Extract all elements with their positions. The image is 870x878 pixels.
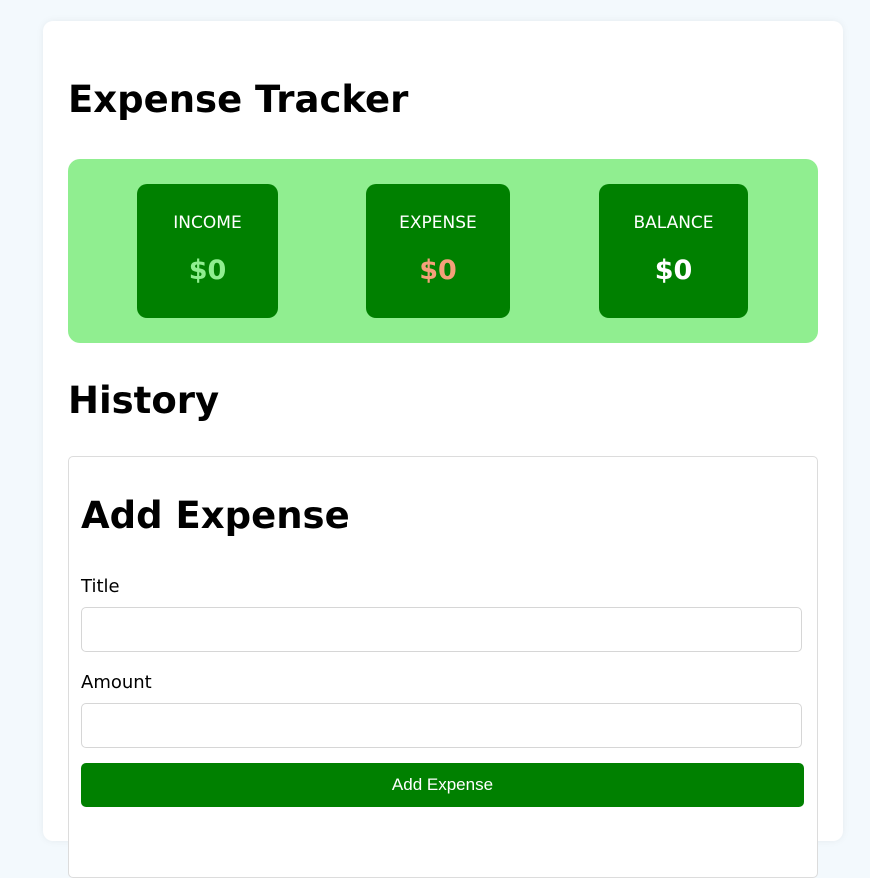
balance-value: $0 bbox=[654, 255, 693, 286]
add-expense-button[interactable]: Add Expense bbox=[81, 763, 804, 807]
add-expense-form: Add Expense Title Amount Add Expense bbox=[68, 456, 818, 878]
income-label: INCOME bbox=[173, 213, 242, 233]
expense-card: EXPENSE $0 bbox=[366, 184, 510, 318]
main-card: Expense Tracker INCOME $0 EXPENSE $0 BAL… bbox=[43, 21, 843, 878]
income-value: $0 bbox=[188, 255, 227, 286]
income-card: INCOME $0 bbox=[137, 184, 278, 318]
amount-field-label: Amount bbox=[81, 672, 152, 693]
title-field-label: Title bbox=[81, 576, 120, 597]
form-title: Add Expense bbox=[81, 494, 350, 537]
expense-value: $0 bbox=[419, 255, 457, 286]
balance-card: BALANCE $0 bbox=[599, 184, 748, 318]
amount-input[interactable] bbox=[81, 703, 802, 748]
history-title: History bbox=[68, 379, 220, 422]
title-input[interactable] bbox=[81, 607, 802, 652]
page-title: Expense Tracker bbox=[68, 78, 409, 121]
summary-panel: INCOME $0 EXPENSE $0 BALANCE $0 bbox=[68, 159, 818, 343]
balance-label: BALANCE bbox=[633, 213, 714, 233]
expense-label: EXPENSE bbox=[399, 213, 477, 233]
